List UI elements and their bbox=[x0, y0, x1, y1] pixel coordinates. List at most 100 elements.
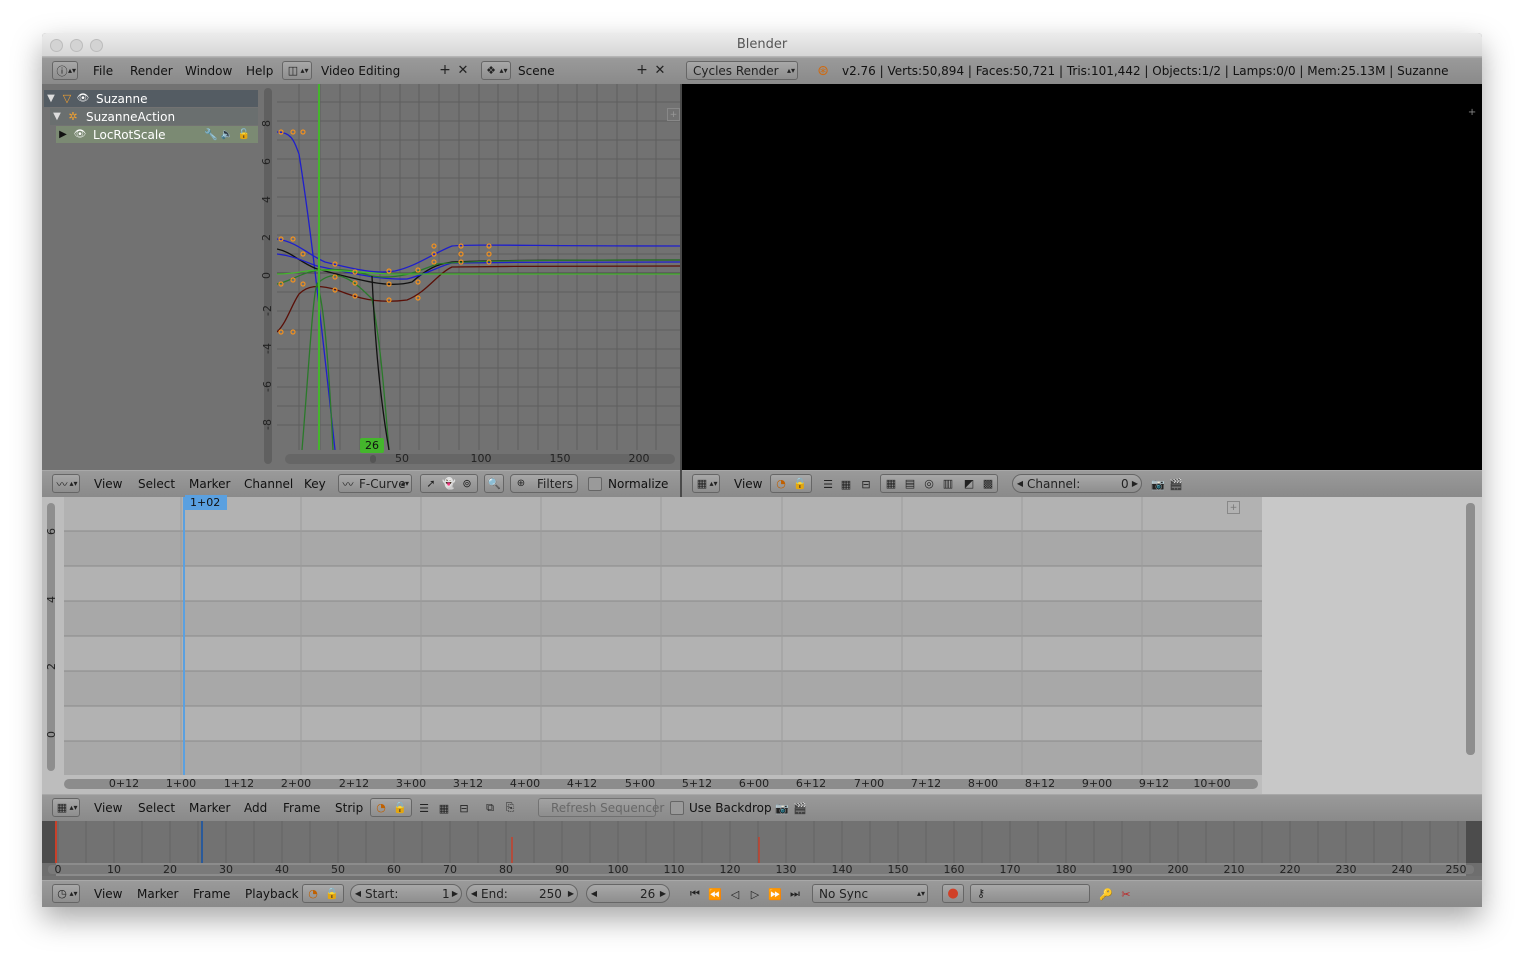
menu-select[interactable]: Select bbox=[138, 801, 175, 815]
menu-select[interactable]: Select bbox=[138, 477, 175, 491]
sequencer-preview[interactable]: + bbox=[682, 84, 1482, 470]
waveform-icon[interactable]: ▤ bbox=[902, 475, 918, 492]
pie-icon[interactable]: ◔ bbox=[305, 885, 321, 902]
editor-type-timeline-icon[interactable]: ◷ ▴▾ bbox=[52, 884, 80, 903]
menu-strip[interactable]: Strip bbox=[335, 801, 363, 815]
panel-scrollbar[interactable] bbox=[1466, 503, 1475, 755]
delete-scene-icon[interactable]: ✕ bbox=[653, 63, 667, 78]
channel-row-object[interactable]: ▼ ▽ 👁 Suzanne bbox=[44, 90, 258, 107]
sequencer-view-icon[interactable]: ☰ bbox=[820, 476, 836, 492]
expand-arrow-icon[interactable]: ▶ bbox=[57, 127, 69, 142]
copy-strip-icon[interactable]: ⧉ bbox=[482, 800, 498, 816]
menu-view[interactable]: View bbox=[734, 477, 762, 491]
filters-button[interactable]: ⊕ Filters bbox=[510, 474, 578, 493]
screen-layout-icon[interactable]: ◫ ▴▾ bbox=[282, 61, 312, 80]
wrench-modifier-icon[interactable]: 🔧 bbox=[204, 127, 218, 142]
current-time-indicator[interactable]: 1+02 bbox=[185, 495, 227, 510]
clapper-render-icon[interactable]: 🎬 bbox=[792, 800, 808, 816]
sequencer-view-icon[interactable]: ☰ bbox=[416, 800, 432, 816]
decrement-arrow-icon[interactable]: ◀ bbox=[1015, 475, 1025, 492]
menu-marker[interactable]: Marker bbox=[189, 801, 230, 815]
region-toggle-plus-icon[interactable]: + bbox=[1227, 501, 1240, 514]
zoom-icon[interactable]: 🔍 bbox=[484, 474, 504, 493]
refresh-sequencer-button[interactable]: Refresh Sequencer bbox=[538, 798, 664, 817]
menu-help[interactable]: Help bbox=[246, 64, 273, 78]
menu-view[interactable]: View bbox=[94, 887, 122, 901]
next-keyframe-icon[interactable]: ⏩ bbox=[766, 886, 784, 902]
prev-keyframe-icon[interactable]: ⏪ bbox=[706, 886, 724, 902]
jump-end-icon[interactable]: ⏭ bbox=[786, 886, 804, 902]
lock-icon[interactable]: 🔒 bbox=[324, 885, 340, 902]
record-button[interactable]: ● bbox=[942, 884, 964, 903]
decrement-arrow-icon[interactable]: ◀ bbox=[589, 885, 599, 902]
increment-arrow-icon[interactable]: ▶ bbox=[658, 885, 668, 902]
channel-row-action[interactable]: ▼ ✲ SuzanneAction bbox=[50, 108, 258, 125]
camera-render-icon[interactable]: 📷 bbox=[774, 800, 790, 816]
decrement-arrow-icon[interactable]: ◀ bbox=[353, 885, 363, 902]
image-preview-icon[interactable]: ▦ bbox=[883, 475, 899, 492]
checker-icon[interactable]: ▦ bbox=[436, 800, 452, 816]
overlay-icon[interactable]: ◩ bbox=[961, 475, 977, 492]
graph-x-scroll-handle[interactable] bbox=[370, 455, 376, 463]
current-frame-indicator[interactable]: 26 bbox=[360, 438, 384, 453]
channel-row-group[interactable]: ▶ 👁 LocRotScale 🔧 🔈 🔓 bbox=[56, 126, 258, 143]
menu-window[interactable]: Window bbox=[185, 64, 232, 78]
paste-strip-icon[interactable]: ⎘ bbox=[502, 800, 518, 816]
delete-screen-icon[interactable]: ✕ bbox=[456, 63, 470, 78]
lock-icon[interactable]: 🔒 bbox=[392, 799, 408, 816]
mute-speaker-icon[interactable]: 🔈 bbox=[220, 127, 234, 142]
add-screen-icon[interactable]: + bbox=[438, 62, 452, 78]
menu-frame[interactable]: Frame bbox=[283, 801, 320, 815]
channel-field[interactable]: ◀ Channel: 0 ▶ bbox=[1012, 474, 1142, 493]
collapse-arrow-icon[interactable]: ▼ bbox=[45, 91, 57, 106]
region-toggle-plus-icon[interactable]: + bbox=[1468, 107, 1476, 118]
eye-visibility-icon[interactable]: 👁 bbox=[76, 91, 90, 106]
vectorscope-icon[interactable]: ◎ bbox=[921, 475, 937, 492]
delete-keyframe-icon[interactable]: ✂ bbox=[1118, 886, 1134, 902]
only-selected-icon[interactable]: ➚ bbox=[423, 475, 439, 492]
menu-playback[interactable]: Playback bbox=[245, 887, 299, 901]
lock-icon[interactable]: 🔒 bbox=[792, 475, 808, 492]
insert-keyframe-icon[interactable]: 🔑 bbox=[1098, 886, 1114, 902]
ghost-icon[interactable]: 👻 bbox=[441, 475, 457, 492]
use-backdrop-checkbox[interactable] bbox=[670, 801, 684, 815]
histogram-icon[interactable]: ▥ bbox=[940, 475, 956, 492]
split-view-icon[interactable]: ⊟ bbox=[456, 800, 472, 816]
keying-set-field[interactable]: ⚷ bbox=[970, 884, 1090, 903]
menu-channel[interactable]: Channel bbox=[244, 477, 293, 491]
pie-icon[interactable]: ◔ bbox=[373, 799, 389, 816]
current-frame-field[interactable]: ◀ 26 ▶ bbox=[586, 884, 670, 903]
menu-frame[interactable]: Frame bbox=[193, 887, 230, 901]
sync-mode-select[interactable]: No Sync ▴▾ bbox=[812, 884, 928, 903]
graph-canvas[interactable] bbox=[277, 84, 680, 450]
menu-key[interactable]: Key bbox=[304, 477, 326, 491]
menu-view[interactable]: View bbox=[94, 477, 122, 491]
editor-type-sequencer-icon[interactable]: ▦ ▴▾ bbox=[692, 474, 720, 493]
clapper-render-icon[interactable]: 🎬 bbox=[1168, 476, 1184, 492]
safe-margin-icon[interactable]: ▩ bbox=[980, 475, 996, 492]
menu-render[interactable]: Render bbox=[130, 64, 173, 78]
menu-add[interactable]: Add bbox=[244, 801, 267, 815]
scene-name[interactable]: Scene bbox=[518, 64, 555, 78]
checker-icon[interactable]: ▦ bbox=[838, 476, 854, 492]
increment-arrow-icon[interactable]: ▶ bbox=[450, 885, 460, 902]
editor-type-info-icon[interactable]: ⓘ ▴▾ bbox=[52, 61, 78, 80]
jump-start-icon[interactable]: ⏮ bbox=[686, 886, 704, 902]
menu-file[interactable]: File bbox=[93, 64, 113, 78]
lock-icon[interactable]: 🔓 bbox=[237, 127, 251, 142]
editor-type-graph-icon[interactable]: 〰 ▴▾ bbox=[52, 474, 80, 493]
camera-render-icon[interactable]: 📷 bbox=[1150, 476, 1166, 492]
menu-view[interactable]: View bbox=[94, 801, 122, 815]
graph-mode-select[interactable]: 〰 F-Curve ▴▾ bbox=[338, 474, 412, 493]
screen-layout-name[interactable]: Video Editing bbox=[321, 64, 400, 78]
decrement-arrow-icon[interactable]: ◀ bbox=[469, 885, 479, 902]
increment-arrow-icon[interactable]: ▶ bbox=[566, 885, 576, 902]
sequencer-canvas[interactable] bbox=[64, 497, 1262, 775]
menu-marker[interactable]: Marker bbox=[137, 887, 178, 901]
render-engine-select[interactable]: Cycles Render ▴▾ bbox=[686, 61, 798, 80]
end-frame-field[interactable]: ◀ End: 250 ▶ bbox=[466, 884, 578, 903]
increment-arrow-icon[interactable]: ▶ bbox=[1130, 475, 1140, 492]
start-frame-field[interactable]: ◀ Start: 1 ▶ bbox=[350, 884, 462, 903]
add-scene-icon[interactable]: + bbox=[635, 62, 649, 78]
pie-icon[interactable]: ◔ bbox=[773, 475, 789, 492]
